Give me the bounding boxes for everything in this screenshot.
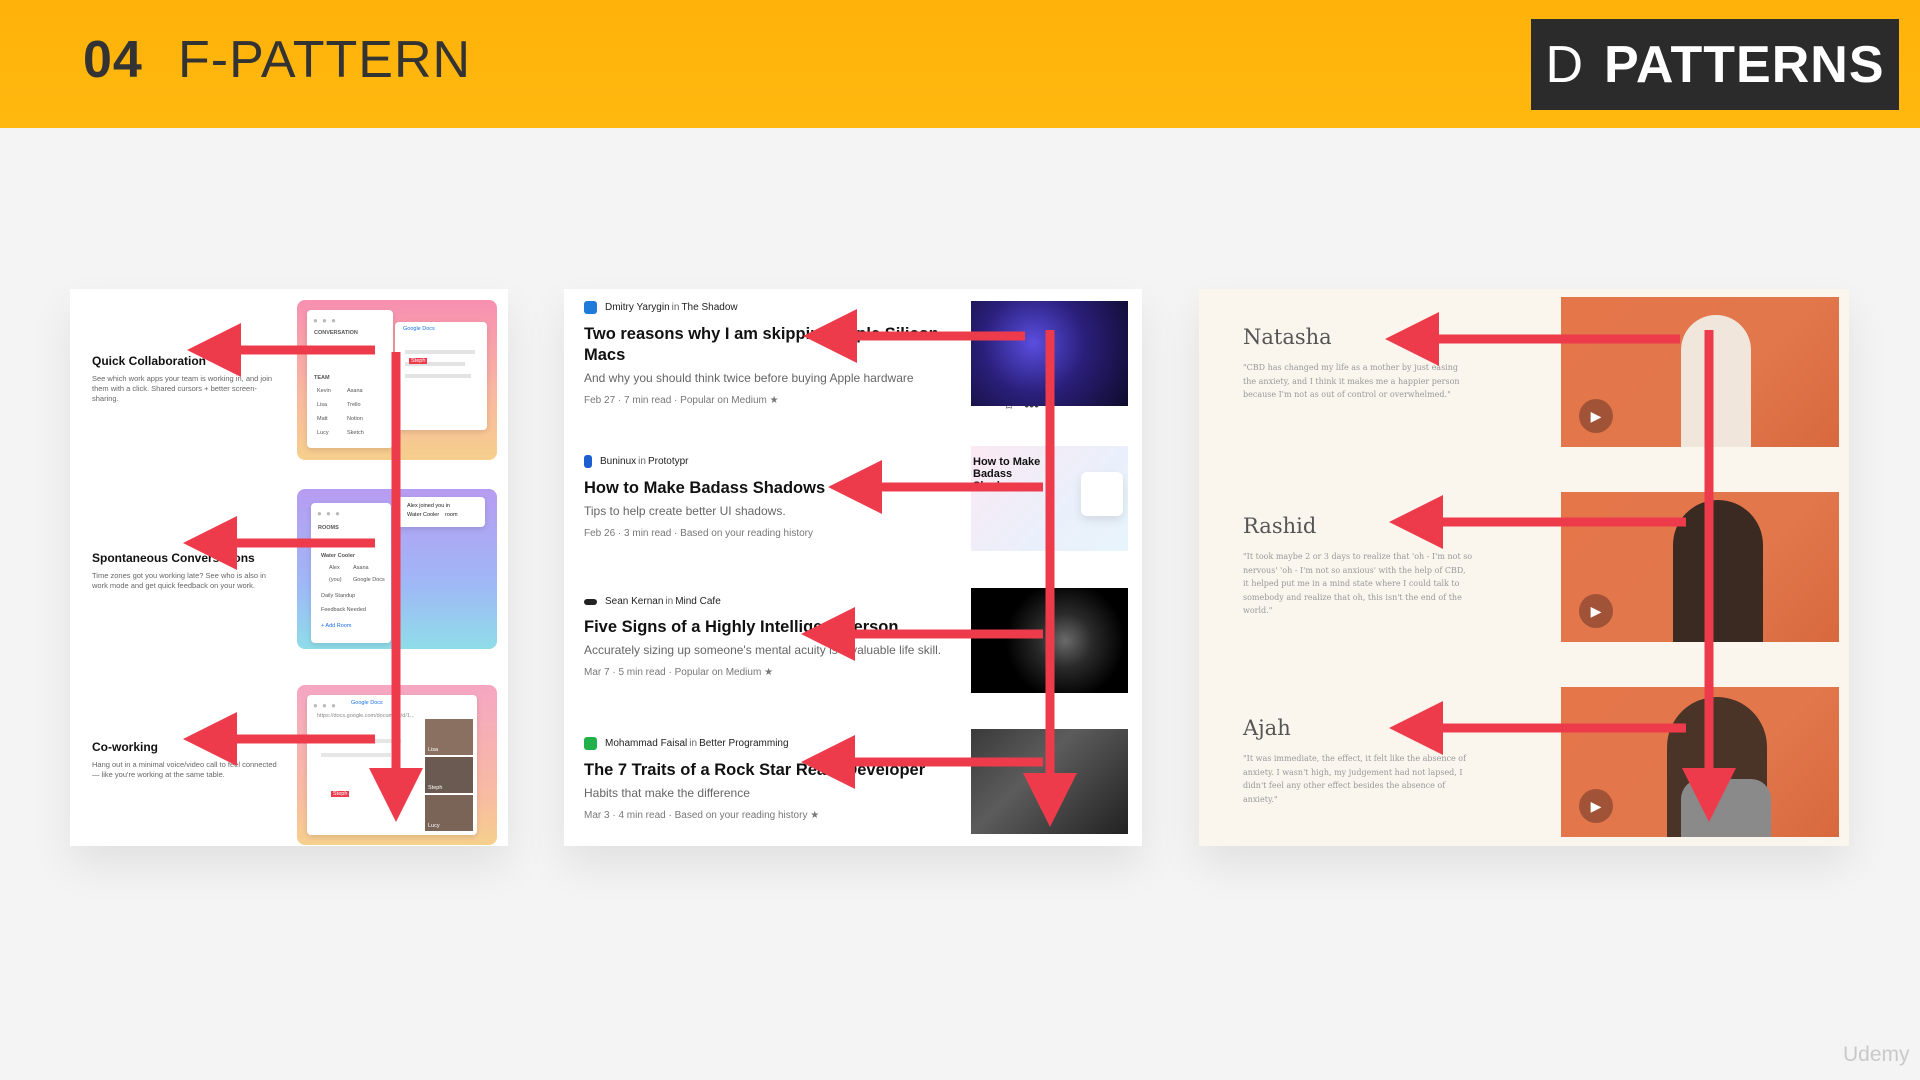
udemy-watermark: Udemy (1843, 1043, 1910, 1066)
testimonial-item: Rashid "It took maybe 2 or 3 days to rea… (1243, 514, 1473, 618)
testimonial-item: Ajah "It was immediate, the effect, it f… (1243, 716, 1473, 806)
article-title[interactable]: Two reasons why I am skipping Apple Sili… (584, 324, 984, 366)
feature-text: Time zones got you working late? See who… (92, 571, 266, 590)
feature-item: Spontaneous Conversations Time zones got… (92, 551, 282, 591)
feature-panel: Quick Collaboration See which work apps … (70, 289, 508, 846)
testimonial-video[interactable]: ▶ (1561, 297, 1839, 447)
article-meta: Feb 27 · 7 min read · Popular on Medium … (584, 395, 779, 406)
article-thumbnail[interactable]: How to Make Badass Shadows (971, 446, 1128, 551)
article-thumbnail[interactable] (971, 301, 1128, 406)
app-screenshot: ● ● ● CONVERSATION (you) TEAM Kevin Asan… (297, 300, 497, 460)
article-thumbnail[interactable] (971, 588, 1128, 693)
testimonial-name: Natasha (1243, 325, 1332, 349)
play-icon[interactable]: ▶ (1579, 789, 1613, 823)
feature-item: Co-working Hang out in a minimal voice/v… (92, 740, 282, 780)
article-author-line: Buninux in Prototypr (584, 455, 984, 468)
testimonial-item: Natasha "CBD has changed my life as a mo… (1243, 325, 1473, 402)
feature-title: Quick Collaboration (92, 354, 207, 368)
feature-item: Quick Collaboration See which work apps … (92, 354, 282, 404)
feature-text: See which work apps your team is working… (92, 374, 273, 403)
article-subtitle: And why you should think twice before bu… (584, 371, 914, 385)
testimonial-name: Rashid (1243, 514, 1317, 538)
article-feed-panel: Dmitry Yarygin in The Shadow Two reasons… (564, 289, 1142, 846)
publication-logo-icon (584, 301, 597, 314)
app-screenshot: ● ● ● Google Docs https://docs.google.co… (297, 685, 497, 845)
publication-logo-icon (584, 737, 597, 750)
testimonial-name: Ajah (1243, 716, 1291, 740)
video-tile: Steph (425, 757, 473, 793)
article-author-line: Sean Kernan in Mind Cafe (584, 596, 984, 607)
feature-title: Spontaneous Conversations (92, 551, 255, 565)
video-tile: Lisa (425, 719, 473, 755)
testimonial-quote: "It took maybe 2 or 3 days to realize th… (1243, 552, 1473, 615)
publication-logo-icon (584, 598, 597, 605)
feature-text: Hang out in a minimal voice/video call t… (92, 760, 277, 779)
article-item[interactable]: Dmitry Yarygin in The Shadow Two reasons… (584, 301, 1039, 413)
doc-window: Google Docs Steph (395, 322, 487, 430)
testimonial-quote: "CBD has changed my life as a mother by … (1243, 363, 1460, 399)
article-subtitle: Accurately sizing up someone's mental ac… (584, 643, 942, 657)
app-screenshot: ● ● ● ROOMS Good Morning Water Cooler Al… (297, 489, 497, 649)
article-meta: Mar 3 · 4 min read · Based on your readi… (584, 810, 820, 821)
article-thumbnail[interactable] (971, 729, 1128, 834)
notification-toast: Alex joined you in Water Cooler room (397, 497, 485, 527)
article-author-line: Dmitry Yarygin in The Shadow (584, 301, 984, 314)
article-meta: Mar 7 · 5 min read · Popular on Medium ★ (584, 667, 774, 678)
article-subtitle: Tips to help create better UI shadows. (584, 504, 786, 518)
article-subtitle: Habits that make the difference (584, 786, 750, 800)
article-meta: Feb 26 · 3 min read · Based on your read… (584, 528, 814, 539)
rooms-window: ● ● ● ROOMS Good Morning Water Cooler Al… (311, 503, 391, 643)
article-title[interactable]: The 7 Traits of a Rock Star React Develo… (584, 760, 984, 781)
publication-logo-icon (584, 455, 592, 468)
feature-title: Co-working (92, 740, 158, 754)
article-author-line: Mohammad Faisal in Better Programming (584, 737, 984, 750)
testimonials-panel: Natasha "CBD has changed my life as a mo… (1199, 289, 1849, 846)
article-title[interactable]: Five Signs of a Highly Intelligent Perso… (584, 617, 984, 638)
lesson-number: 04 (83, 31, 143, 89)
play-icon[interactable]: ▶ (1579, 399, 1613, 433)
article-title[interactable]: How to Make Badass Shadows (584, 478, 984, 499)
testimonial-quote: "It was immediate, the effect, it felt l… (1243, 754, 1467, 804)
lesson-title: F-PATTERN (178, 31, 472, 89)
sidebar-window: ● ● ● CONVERSATION (you) TEAM Kevin Asan… (307, 310, 393, 448)
play-icon[interactable]: ▶ (1579, 594, 1613, 628)
article-item[interactable]: Buninux in Prototypr How to Make Badass … (584, 455, 1039, 545)
video-tile: Lucy (425, 795, 473, 831)
brand-logo: D PATTERNS (1531, 19, 1899, 110)
testimonial-video[interactable]: ▶ (1561, 687, 1839, 837)
article-item[interactable]: Sean Kernan in Mind Cafe Five Signs of a… (584, 596, 1039, 686)
article-item[interactable]: Mohammad Faisal in Better Programming Th… (584, 737, 1039, 827)
brand-word: PATTERNS (1604, 35, 1885, 94)
testimonial-video[interactable]: ▶ (1561, 492, 1839, 642)
brand-letter: D (1545, 35, 1585, 94)
